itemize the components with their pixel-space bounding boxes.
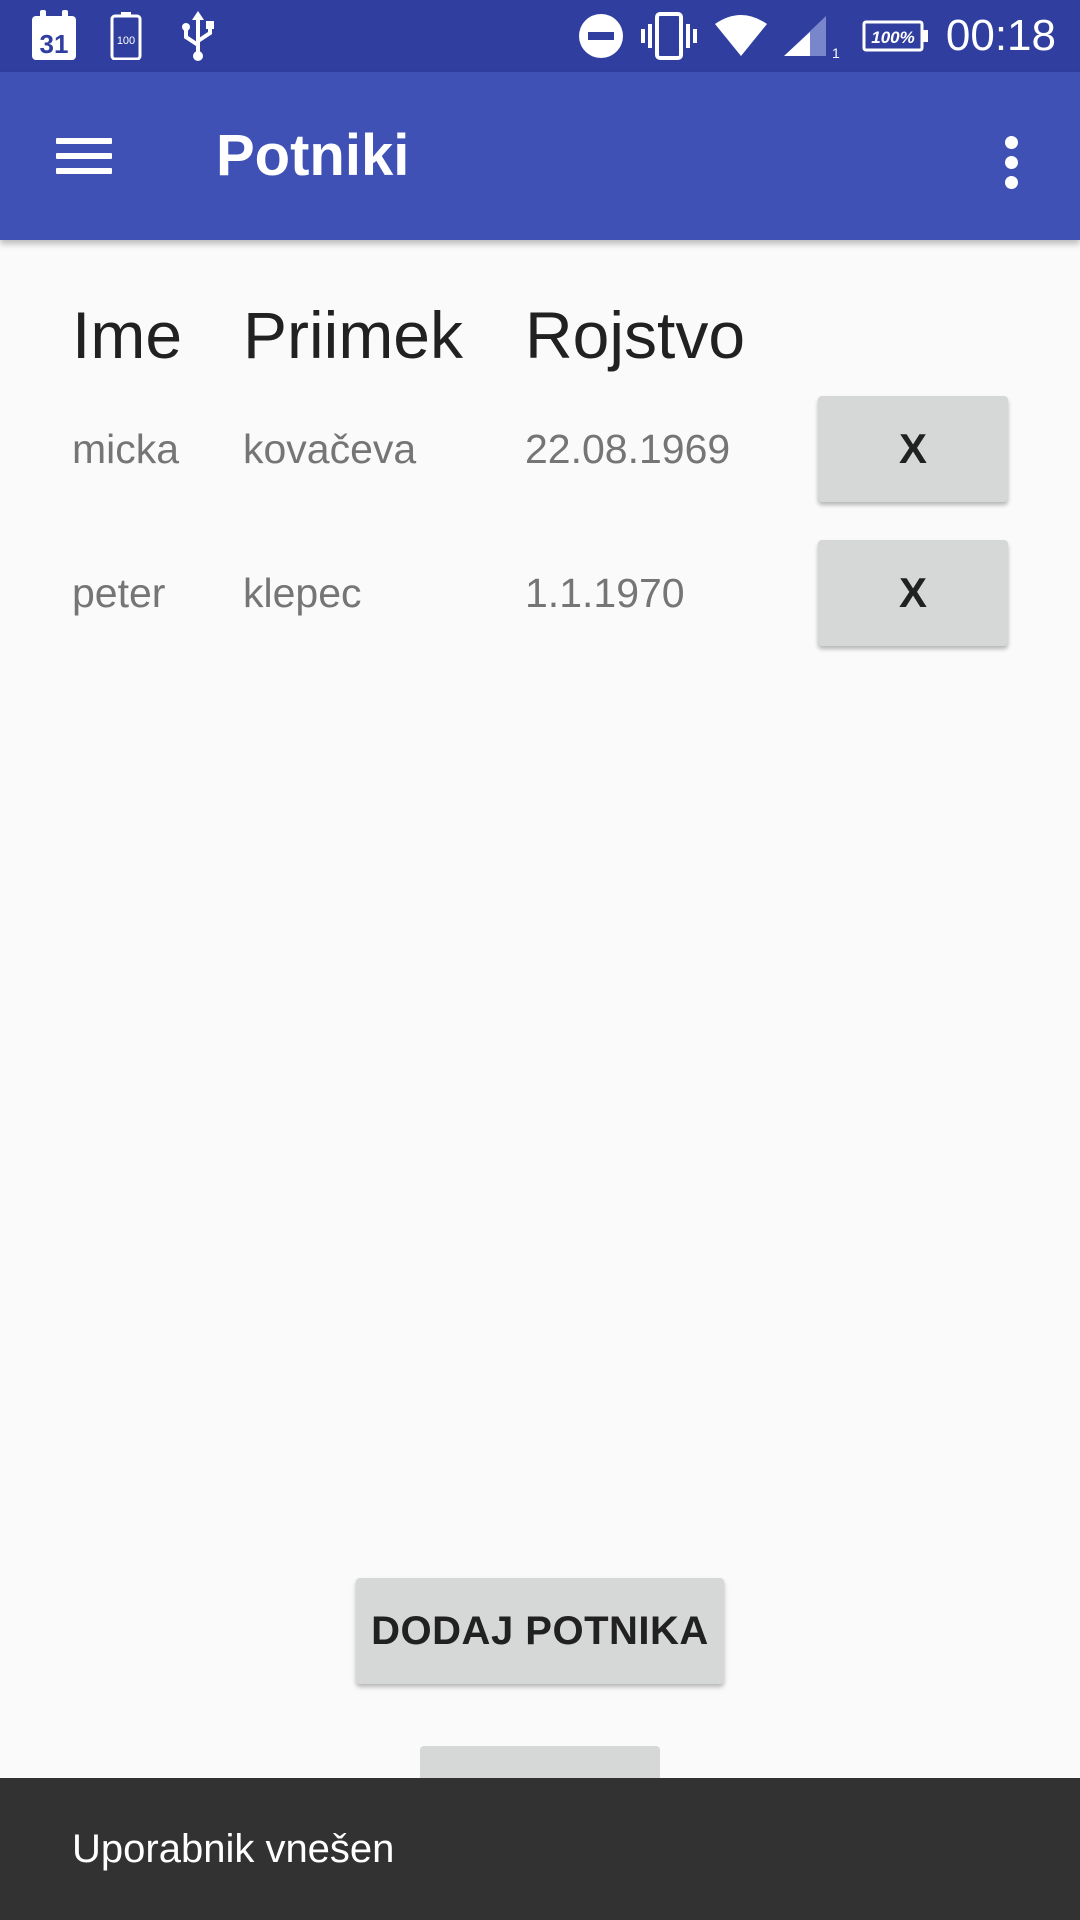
menu-button[interactable] xyxy=(36,114,132,198)
vibrate-icon xyxy=(640,0,698,72)
battery-notification-icon: 100 xyxy=(110,0,142,72)
wifi-icon xyxy=(714,0,768,72)
delete-row-button[interactable]: X xyxy=(818,396,1008,502)
do-not-disturb-icon xyxy=(578,0,624,72)
app-bar: Potniki xyxy=(0,72,1080,240)
column-header-ime: Ime xyxy=(72,298,183,372)
cell-ime: peter xyxy=(72,570,166,616)
snackbar: Uporabnik vnešen xyxy=(0,1778,1080,1920)
cell-priimek: klepec xyxy=(243,570,362,616)
status-time: 00:18 xyxy=(945,11,1056,60)
signal-sub-text: 1 xyxy=(832,45,840,60)
battery-icon: 100% xyxy=(862,0,930,72)
delete-row-button[interactable]: X xyxy=(818,540,1008,646)
cell-ime: micka xyxy=(72,426,180,472)
calendar-day-text: 31 xyxy=(40,29,69,59)
page-title: Potniki xyxy=(216,123,410,188)
usb-icon xyxy=(180,0,216,72)
cell-rojstvo: 1.1.1970 xyxy=(525,570,685,616)
snackbar-message: Uporabnik vnešen xyxy=(72,1827,395,1871)
table-row: micka kovačeva 22.08.1969 X xyxy=(0,394,1080,504)
add-passenger-button[interactable]: DODAJ POTNIKA xyxy=(356,1578,724,1684)
battery-percent-text: 100% xyxy=(871,28,914,47)
battery-level-text: 100 xyxy=(117,35,135,47)
overflow-menu-button[interactable] xyxy=(980,114,1044,198)
column-header-priimek: Priimek xyxy=(243,298,464,372)
status-bar: 31 100 1 100% 00:18 xyxy=(0,0,1080,72)
cell-signal-icon: 1 xyxy=(782,0,840,72)
cell-priimek: kovačeva xyxy=(243,426,417,472)
column-header-rojstvo: Rojstvo xyxy=(525,298,746,372)
cell-rojstvo: 22.08.1969 xyxy=(525,426,731,472)
table-row: peter klepec 1.1.1970 X xyxy=(0,538,1080,648)
table-header: Ime Priimek Rojstvo xyxy=(0,290,1080,380)
calendar-icon: 31 xyxy=(30,0,78,72)
